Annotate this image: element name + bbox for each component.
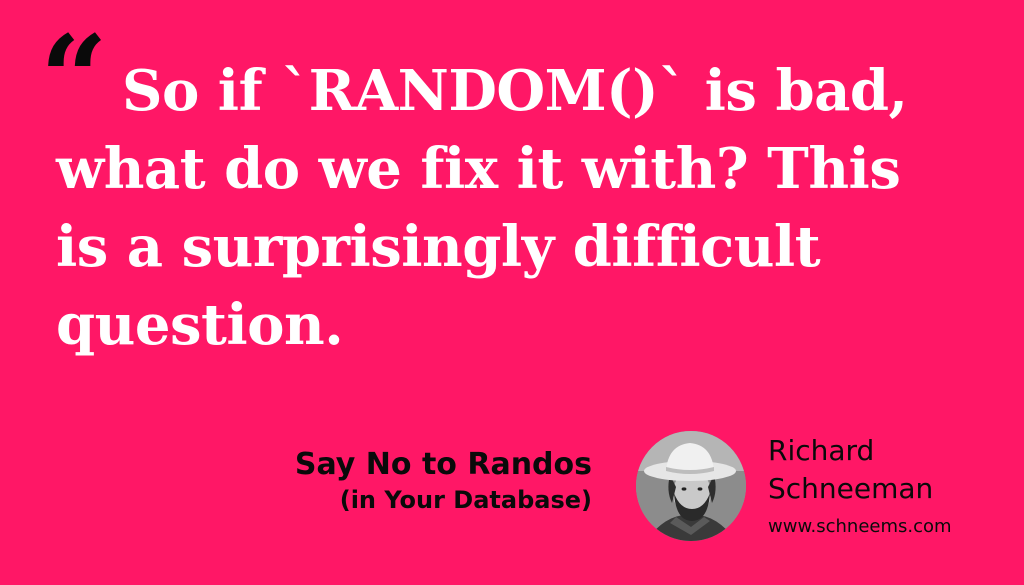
quote-line-3: is a surprisingly difficult <box>56 214 821 280</box>
quote-card: “ So if `RANDOM()` is bad, what do we fix… <box>0 0 1024 585</box>
book-title: Say No to Randos <box>294 447 592 482</box>
author-avatar <box>636 431 746 541</box>
author-portrait-image <box>636 431 746 541</box>
quote-line-1: So if `RANDOM()` is bad, <box>122 58 908 124</box>
quote-line-2: what do we fix it with? This <box>56 136 901 202</box>
quote-text: So if `RANDOM()` is bad, what do we fix i… <box>56 52 1016 364</box>
quote-line-4: question. <box>56 292 344 358</box>
author-website: www.schneems.com <box>768 516 952 537</box>
author-first-name: Richard <box>768 434 875 467</box>
book-info: Say No to Randos (in Your Database) <box>295 446 592 516</box>
author-last-name: Schneeman <box>768 472 934 505</box>
book-subtitle: (in Your Database) <box>339 486 592 514</box>
author-info: Richard Schneeman www.schneems.com <box>768 432 952 540</box>
